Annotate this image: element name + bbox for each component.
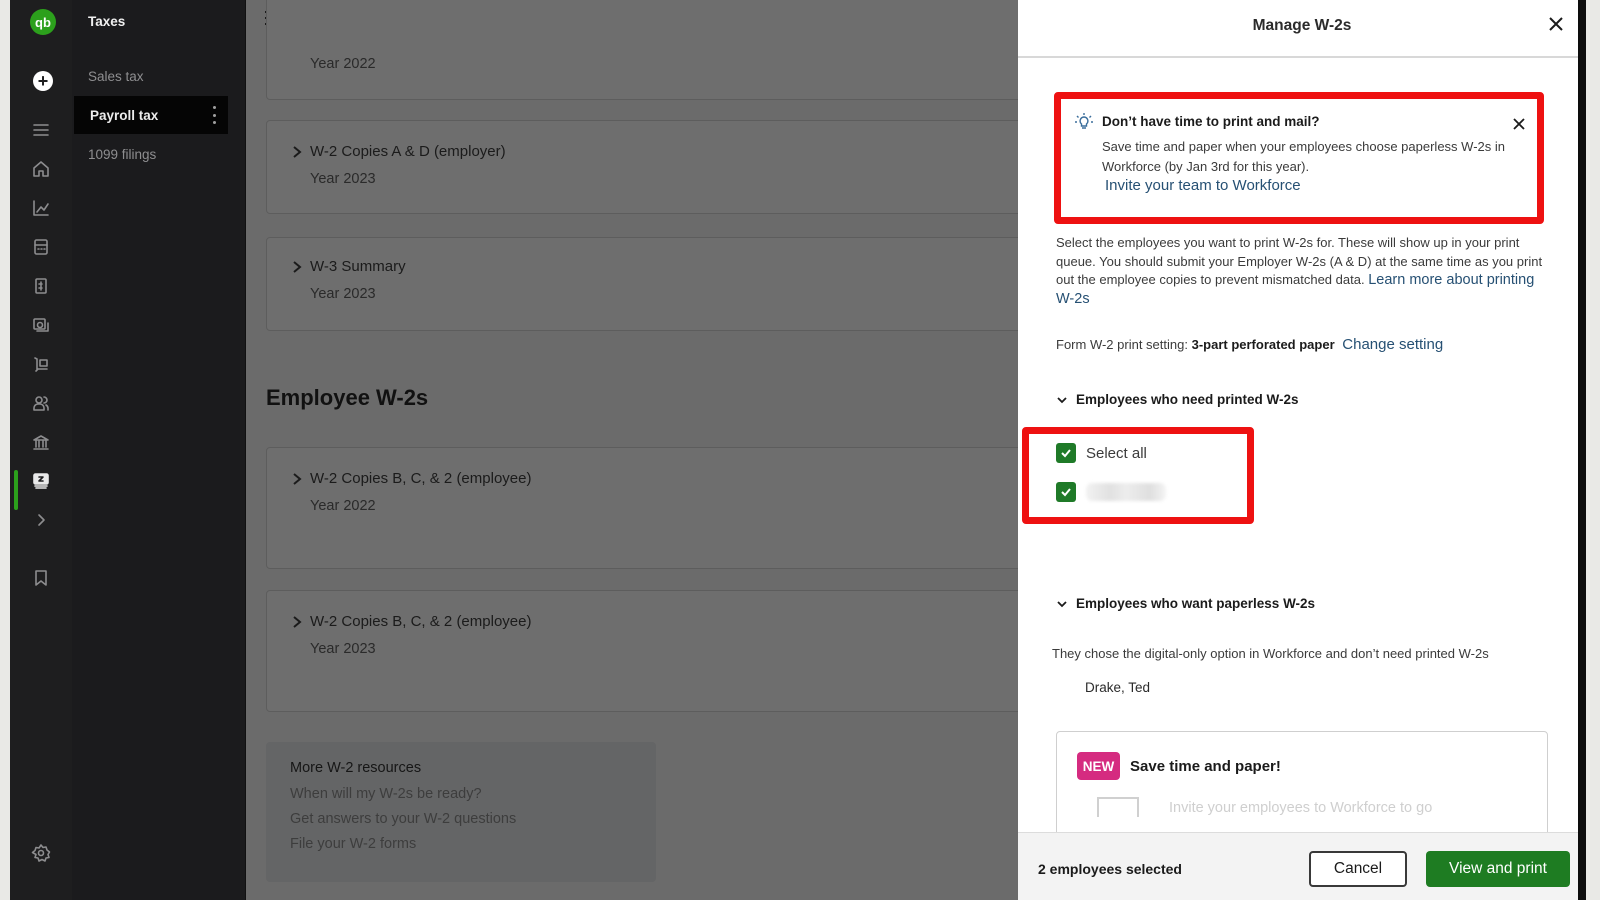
invoice-icon (35, 278, 47, 294)
print-setting: Form W-2 print setting: 3-part perforate… (1056, 336, 1444, 353)
annotation-highlight (1022, 427, 1254, 524)
rail-accounting[interactable] (10, 229, 72, 265)
drawer-body[interactable]: Don’t have time to print and mail? Save … (1018, 60, 1586, 832)
rail-people[interactable] (10, 385, 72, 421)
form-card[interactable]: W-2 Copies B, C, & 2 (employee) Year 202… (266, 590, 1018, 712)
chevron-right-icon (293, 261, 302, 273)
drawer-header: Manage W-2s (1018, 0, 1586, 58)
checkmark-icon (1061, 488, 1071, 497)
app-window: qb + Taxes Sales tax Payroll tax 1099 fi… (10, 0, 1586, 900)
card-year: Year 2023 (310, 171, 376, 187)
promo-card: NEW Save time and paper! Invite your emp… (1056, 731, 1548, 832)
rail-settings[interactable] (10, 835, 72, 871)
card-year: Year 2022 (310, 56, 376, 72)
chevron-down-icon (1057, 600, 1067, 607)
calculator-icon (34, 239, 48, 255)
card-title: W-3 Summary (310, 258, 406, 275)
employee-row[interactable] (1056, 482, 1166, 502)
rail-banking[interactable] (10, 424, 72, 460)
new-badge: NEW (1077, 752, 1120, 780)
manage-w2s-drawer: Manage W-2s Don’t have time to print and… (1018, 0, 1586, 900)
card-year: Year 2022 (310, 498, 376, 514)
form-card[interactable]: Year 2022 (266, 0, 1018, 100)
quickbooks-logo[interactable]: qb (30, 9, 56, 35)
expenses-icon (33, 318, 49, 332)
invite-team-link[interactable]: Invite your team to Workforce (1105, 177, 1301, 194)
section-toggle-need-printed[interactable]: Employees who need printed W-2s (1056, 392, 1299, 407)
more-options-icon[interactable] (212, 106, 216, 124)
card-title: W-2 Copies B, C, & 2 (employee) (310, 613, 532, 630)
form-card[interactable]: W-2 Copies B, C, & 2 (employee) Year 202… (266, 447, 1018, 569)
card-title: W-2 Copies B, C, & 2 (employee) (310, 470, 532, 487)
rail-home[interactable] (10, 151, 72, 187)
close-icon[interactable] (1546, 14, 1566, 34)
home-icon (33, 161, 49, 177)
settings-icon (31, 844, 51, 862)
card-year: Year 2023 (310, 286, 376, 302)
rail-invoices[interactable] (10, 268, 72, 304)
select-all-row[interactable]: Select all (1056, 443, 1147, 463)
employee-checkbox[interactable] (1056, 482, 1076, 502)
people-icon (33, 396, 49, 411)
rail-expand[interactable] (10, 502, 72, 538)
form-card[interactable]: W-2 Copies A & D (employer) Year 2023 (266, 120, 1018, 214)
card-title: W-2 Copies A & D (employer) (310, 143, 506, 160)
chevron-right-icon (293, 473, 302, 485)
checkmark-icon (1061, 449, 1071, 458)
tip-title: Don’t have time to print and mail? (1102, 114, 1320, 129)
rail-taxes[interactable] (10, 463, 72, 499)
chart-icon (33, 200, 49, 216)
resources-panel: More W-2 resources When will my W-2s be … (266, 742, 656, 882)
rail-reports[interactable] (10, 190, 72, 226)
paperless-description: They chose the digital-only option in Wo… (1052, 646, 1489, 661)
sales-icon (34, 357, 48, 372)
menu-icon (33, 124, 49, 136)
close-icon[interactable] (1512, 117, 1526, 131)
drawer-title: Manage W-2s (1252, 17, 1352, 34)
taxes-icon (33, 473, 49, 489)
bank-icon (33, 435, 49, 450)
subnav-title: Taxes (88, 14, 126, 29)
card-year: Year 2023 (310, 641, 376, 657)
chevron-down-icon (1057, 396, 1067, 403)
section-heading: Employee W-2s (266, 385, 429, 410)
resource-link[interactable]: When will my W-2s be ready? (290, 786, 632, 802)
print-setting-value: 3-part perforated paper (1191, 337, 1335, 352)
rail-expenses[interactable] (10, 307, 72, 343)
change-setting-link[interactable]: Change setting (1342, 336, 1443, 353)
create-new-button[interactable]: + (33, 71, 53, 91)
drawer-footer: 2 employees selected Cancel View and pri… (1018, 832, 1586, 900)
chevron-right-icon (38, 514, 45, 526)
subnav-item-payroll-tax[interactable]: Payroll tax (74, 96, 228, 134)
rail-sales[interactable] (10, 346, 72, 382)
promo-title: Save time and paper! (1130, 758, 1281, 775)
icon-rail: qb + (10, 0, 72, 900)
main-content: Year 2022 W-2 Copies A & D (employer) Ye… (246, 0, 1018, 900)
lightbulb-icon (1075, 113, 1093, 129)
bookmark-icon (35, 570, 47, 586)
window-edge (1578, 0, 1586, 900)
intro-text: Select the employees you want to print W… (1056, 235, 1543, 307)
form-card[interactable]: W-3 Summary Year 2023 (266, 237, 1018, 331)
select-all-checkbox[interactable] (1056, 443, 1076, 463)
rail-bookmarks[interactable] (10, 560, 72, 596)
promo-text: Invite your employees to Workforce to go (1169, 800, 1433, 816)
resource-link[interactable]: Get answers to your W-2 questions (290, 811, 632, 827)
tip-body: Save time and paper when your employees … (1102, 139, 1505, 174)
resources-title: More W-2 resources (290, 760, 422, 776)
view-and-print-button[interactable]: View and print (1426, 851, 1570, 887)
section-toggle-paperless[interactable]: Employees who want paperless W-2s (1056, 596, 1315, 611)
resource-link[interactable]: File your W-2 forms (290, 836, 632, 852)
chevron-right-icon (293, 616, 302, 628)
taxes-subnav: Taxes Sales tax Payroll tax 1099 filings (72, 0, 246, 900)
subnav-item-1099-filings[interactable]: 1099 filings (72, 135, 246, 173)
selected-count: 2 employees selected (1038, 861, 1182, 877)
paperless-employee: Drake, Ted (1085, 680, 1151, 695)
rail-menu[interactable] (10, 112, 72, 148)
cancel-button[interactable]: Cancel (1309, 851, 1407, 887)
redacted-employee-name (1086, 483, 1166, 501)
subnav-item-sales-tax[interactable]: Sales tax (72, 57, 246, 95)
chevron-right-icon (293, 146, 302, 158)
document-icon (1097, 797, 1139, 817)
